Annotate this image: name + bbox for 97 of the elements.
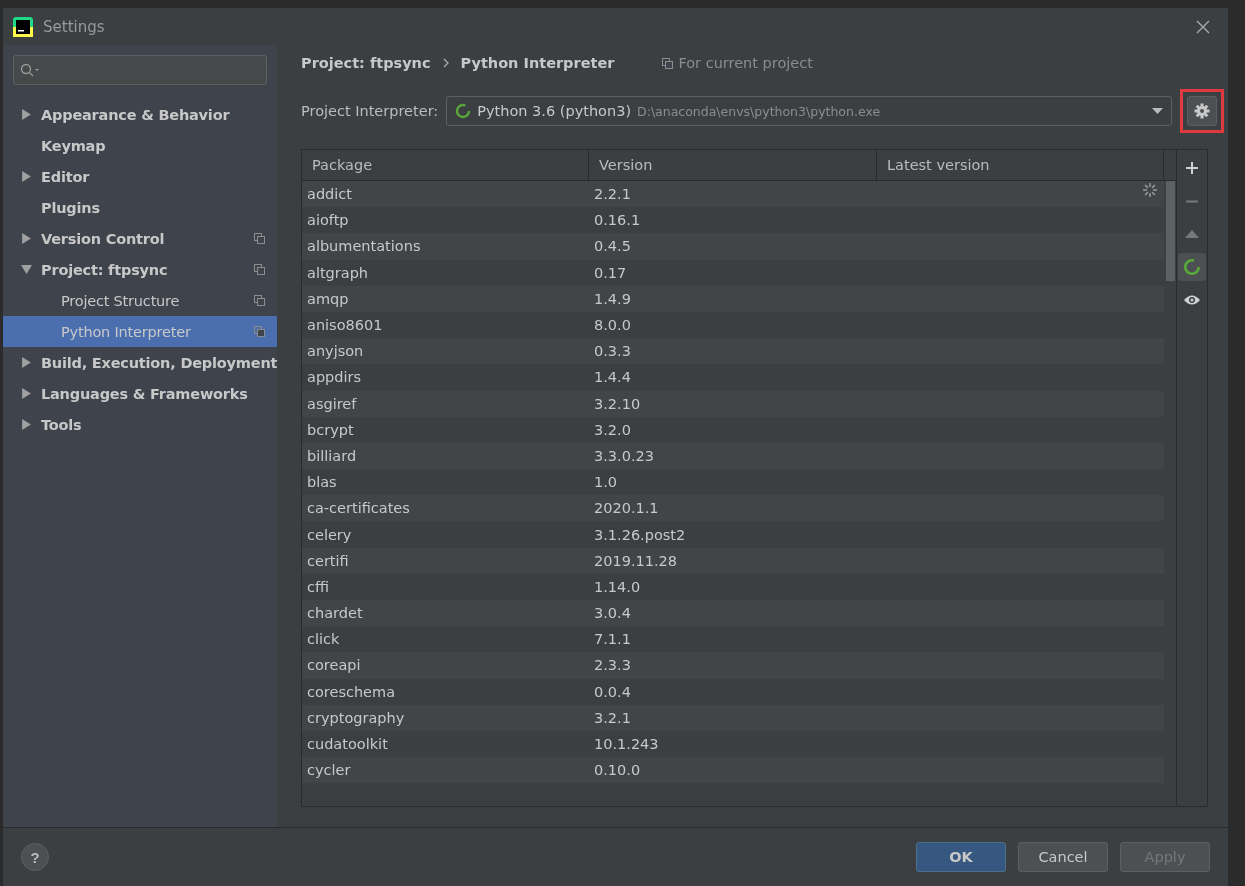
interpreter-dropdown[interactable]: Python 3.6 (python3) D:\anaconda\envs\python3\python.exe xyxy=(446,96,1172,126)
breadcrumb-item[interactable]: Project: ftpsync xyxy=(301,55,431,71)
table-cell-text: anyjson xyxy=(306,342,365,362)
table-cell-text: 1.4.4 xyxy=(593,368,632,388)
table-cell-text: 0.0.4 xyxy=(593,682,632,702)
table-cell-text: 0.4.5 xyxy=(593,237,632,257)
table-cell-text: chardet xyxy=(306,604,364,624)
table-cell-text: amqp xyxy=(306,289,350,309)
table-cell-text: click xyxy=(306,630,341,650)
settings-icon xyxy=(1194,103,1210,119)
table-cell-text: bcrypt xyxy=(306,420,355,440)
minus-icon xyxy=(1185,199,1199,203)
table-cell-text: billiard xyxy=(306,446,358,466)
table-cell-text: certifi xyxy=(306,551,350,571)
loading-ring-icon xyxy=(455,103,472,119)
eye-icon xyxy=(1183,294,1201,306)
settings-nav-item[interactable]: Project: ftpsync xyxy=(3,254,277,285)
table-cell-text: celery xyxy=(306,525,353,545)
project-scope-icon xyxy=(254,233,265,244)
table-cell-text: addict xyxy=(306,185,353,205)
column-header[interactable]: Package xyxy=(302,150,589,180)
scope-note: For current project xyxy=(678,55,813,71)
settings-nav-item[interactable]: Version Control xyxy=(3,223,277,254)
loading-ring-icon xyxy=(1183,258,1201,276)
table-cell-text: 0.10.0 xyxy=(593,761,642,781)
settings-nav-item[interactable]: Languages & Frameworks xyxy=(3,378,277,409)
expand-arrow-icon[interactable] xyxy=(21,233,32,244)
table-cell-text: 1.14.0 xyxy=(593,577,642,597)
table-cell-text: 2.2.1 xyxy=(593,185,632,205)
expand-arrow-icon[interactable] xyxy=(21,171,32,182)
table-cell-text: cycler xyxy=(306,761,352,781)
help-button[interactable]: ? xyxy=(21,843,49,871)
table-cell-text: 7.1.1 xyxy=(593,630,632,650)
table-cell-text: 2019.11.28 xyxy=(593,551,679,571)
collapse-arrow-icon[interactable] xyxy=(21,264,32,275)
window-title: Settings xyxy=(43,17,106,36)
field-label: Project Interpreter: xyxy=(301,103,439,119)
table-cell-text: altgraph xyxy=(306,263,370,283)
scrollbar-thumb[interactable] xyxy=(1165,181,1175,281)
project-scope-icon xyxy=(254,264,265,275)
breadcrumb-item[interactable]: Python Interpreter xyxy=(460,55,615,71)
table-cell-text: 3.2.10 xyxy=(593,394,642,414)
table-cell-text: albumentations xyxy=(306,237,422,257)
settings-nav-item[interactable]: Project Structure xyxy=(3,285,277,316)
search-field[interactable] xyxy=(13,55,267,85)
settings-nav-item[interactable]: Tools xyxy=(3,409,277,440)
table-cell-text: aioftp xyxy=(306,211,350,231)
table-cell-text: 3.3.0.23 xyxy=(593,446,655,466)
table-cell-text: 3.1.26.post2 xyxy=(593,525,687,545)
table-cell-text: 3.2.1 xyxy=(593,708,632,728)
table-cell-text: ca-certificates xyxy=(306,499,411,519)
settings-nav-item[interactable]: Build, Execution, Deployment xyxy=(3,347,277,378)
table-cell-text: 2.3.3 xyxy=(593,656,632,676)
project-scope-icon xyxy=(254,295,265,306)
table-cell-text: 0.17 xyxy=(593,263,628,283)
table-cell-text: 1.4.9 xyxy=(593,289,632,309)
table-cell-text: 1.0 xyxy=(593,473,619,493)
table-cell-text: coreapi xyxy=(306,656,362,676)
app-logo-icon xyxy=(13,16,33,37)
column-header[interactable]: Version xyxy=(589,150,877,180)
dropdown-arrow-icon xyxy=(1152,108,1163,114)
settings-nav-item[interactable]: Plugins xyxy=(3,192,277,223)
expand-arrow-icon[interactable] xyxy=(21,109,32,120)
dialog-button[interactable]: Cancel xyxy=(1018,842,1108,872)
chevron-right-icon xyxy=(442,58,449,68)
column-header[interactable]: Latest version xyxy=(877,150,1164,180)
table-cell-text: cryptography xyxy=(306,708,406,728)
table-cell-text: blas xyxy=(306,473,338,493)
expand-arrow-icon[interactable] xyxy=(21,388,32,399)
table-cell-text: 8.0.0 xyxy=(593,316,632,336)
project-scope-icon xyxy=(254,326,265,337)
table-cell-text: 3.0.4 xyxy=(593,604,632,624)
close-icon[interactable] xyxy=(1196,19,1210,34)
up-triangle-icon xyxy=(1185,230,1199,238)
table-cell-text: 0.3.3 xyxy=(593,342,632,362)
settings-button[interactable] xyxy=(1187,96,1217,126)
table-cell-text: 3.2.0 xyxy=(593,420,632,440)
conda-button[interactable] xyxy=(1178,253,1206,281)
search-icon xyxy=(20,62,40,78)
table-cell-text: coreschema xyxy=(306,682,397,702)
settings-nav-item[interactable]: Editor xyxy=(3,161,277,192)
table-cell-text: appdirs xyxy=(306,368,363,388)
settings-nav-item[interactable]: Python Interpreter xyxy=(3,316,277,347)
table-cell-text: cudatoolkit xyxy=(306,735,389,755)
plus-icon xyxy=(1185,161,1199,175)
dialog-button[interactable]: OK xyxy=(916,842,1006,872)
table-cell-text: cffi xyxy=(306,577,330,597)
expand-arrow-icon[interactable] xyxy=(21,357,32,368)
table-cell-text: aniso8601 xyxy=(306,316,384,336)
table-cell-text: 0.16.1 xyxy=(593,211,642,231)
project-scope-icon xyxy=(662,57,674,69)
table-cell-text: 10.1.243 xyxy=(593,735,660,755)
settings-nav-item[interactable]: Appearance & Behavior xyxy=(3,99,277,130)
expand-arrow-icon[interactable] xyxy=(21,419,32,430)
settings-nav-item[interactable]: Keymap xyxy=(3,130,277,161)
table-cell-text: 2020.1.1 xyxy=(593,499,660,519)
table-cell-text: asgiref xyxy=(306,394,358,414)
